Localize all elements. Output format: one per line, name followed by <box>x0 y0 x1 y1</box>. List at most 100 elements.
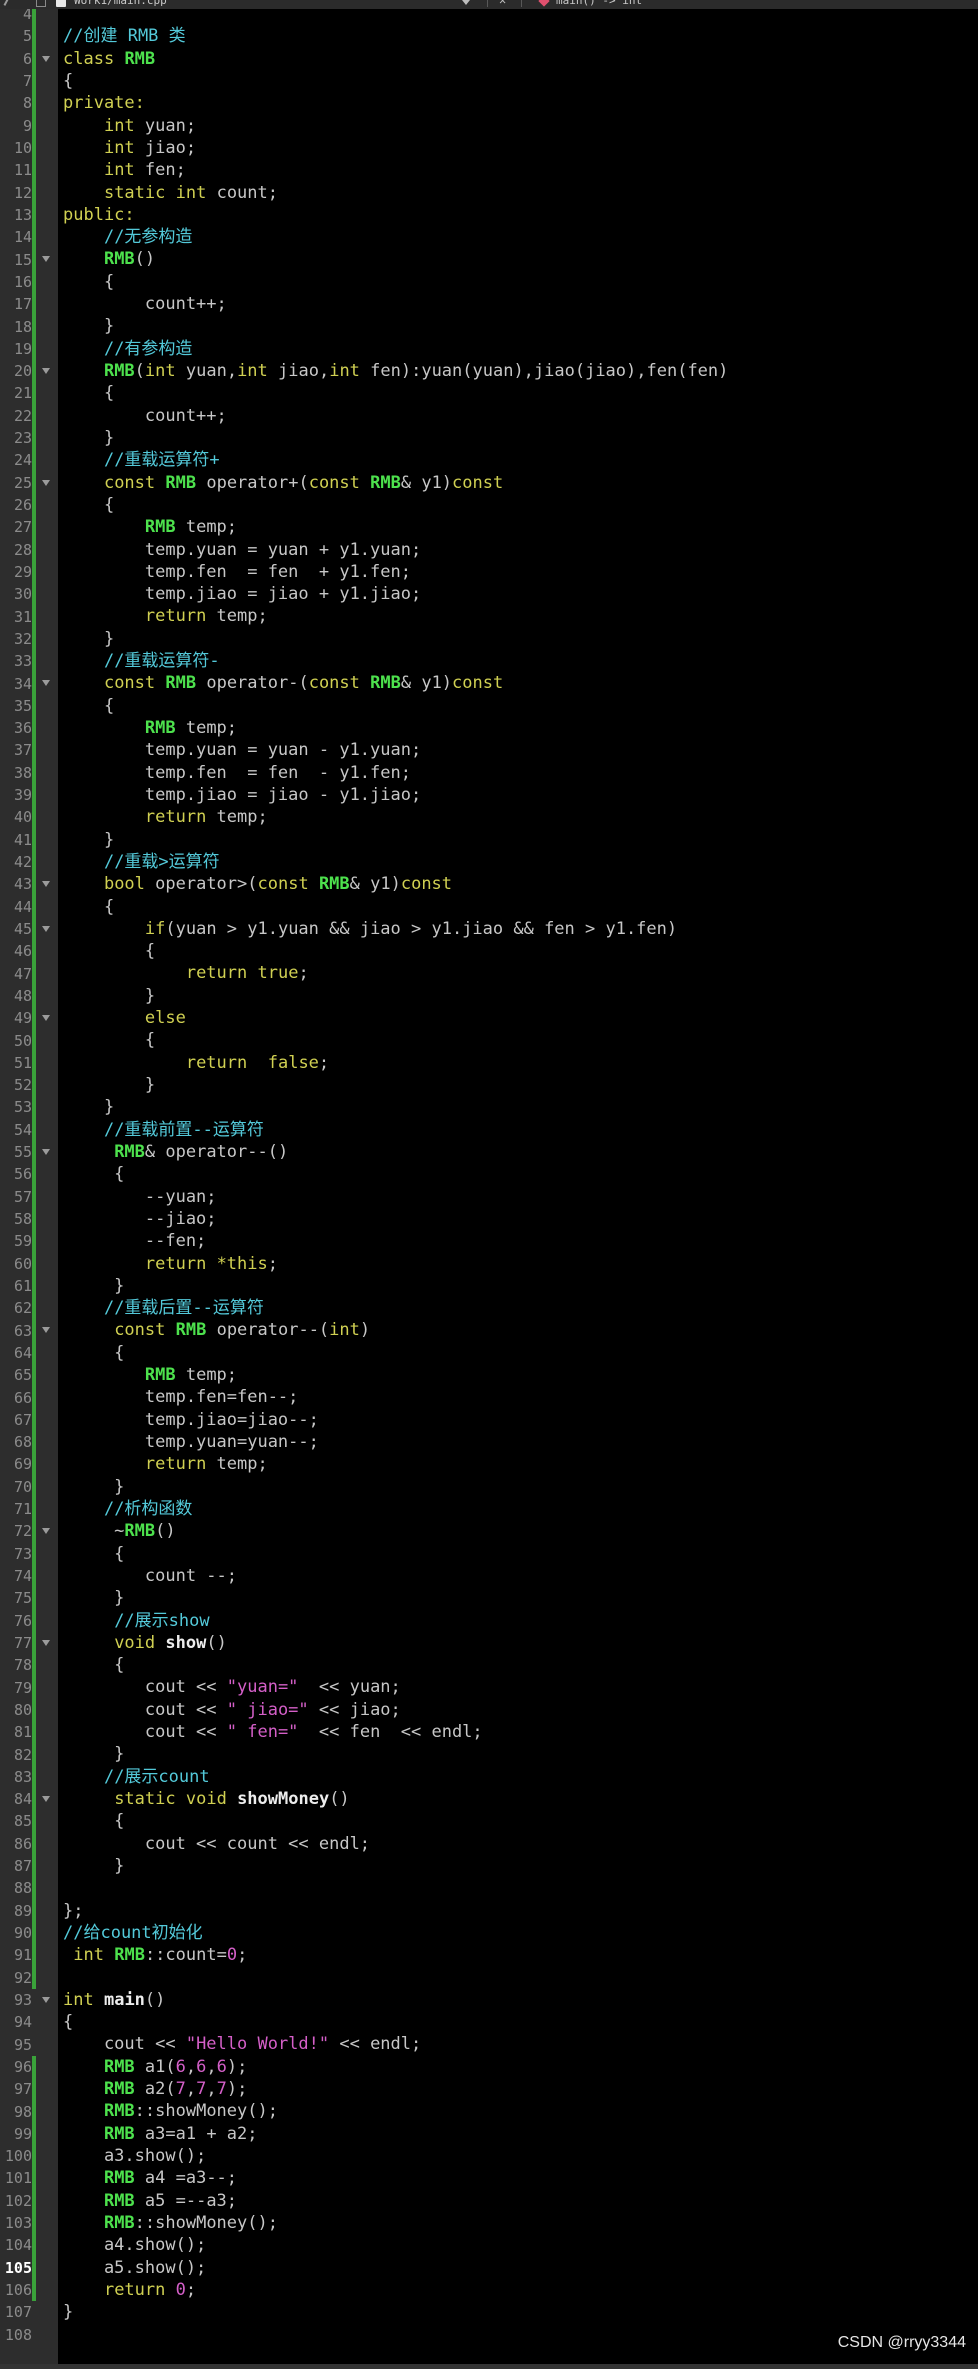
code-line[interactable]: } <box>58 985 155 1007</box>
code-line[interactable]: } <box>58 829 114 851</box>
code-line[interactable]: cout << "yuan=" << yuan; <box>58 1676 401 1698</box>
code-line[interactable]: { <box>58 494 114 516</box>
code-line[interactable]: { <box>58 695 114 717</box>
code-line[interactable]: private: <box>58 92 145 114</box>
code-line[interactable]: } <box>58 2301 73 2323</box>
code-line[interactable]: void show() <box>58 1632 227 1654</box>
code-line[interactable]: const RMB operator+(const RMB& y1)const <box>58 472 503 494</box>
code-line[interactable]: else <box>58 1007 186 1029</box>
code-line[interactable]: int RMB::count=0; <box>58 1944 247 1966</box>
code-line[interactable]: } <box>58 315 114 337</box>
code-line[interactable]: //创建 RMB 类 <box>58 25 186 47</box>
open-file-dropdown[interactable]: Work1/main.cpp <box>74 0 167 7</box>
fold-marker-icon[interactable] <box>36 48 58 70</box>
code-line[interactable]: //展示show <box>58 1610 210 1632</box>
code-line[interactable]: RMB temp; <box>58 717 237 739</box>
code-line[interactable]: return temp; <box>58 605 268 627</box>
code-line[interactable]: { <box>58 1342 124 1364</box>
code-line[interactable]: public: <box>58 204 135 226</box>
splitter-icon[interactable] <box>4 0 11 6</box>
code-line[interactable]: }; <box>58 1900 83 1922</box>
code-line[interactable]: } <box>58 1074 155 1096</box>
code-line[interactable]: a5.show(); <box>58 2257 206 2279</box>
code-line[interactable]: { <box>58 1029 155 1051</box>
code-line[interactable]: { <box>58 896 114 918</box>
code-line[interactable]: //重载后置--运算符 <box>58 1297 264 1319</box>
code-line[interactable]: RMB a4 =a3--; <box>58 2167 237 2189</box>
code-line[interactable]: cout << " fen=" << fen << endl; <box>58 1721 483 1743</box>
code-line[interactable]: const RMB operator--(int) <box>58 1319 370 1341</box>
code-line[interactable]: cout << "Hello World!" << endl; <box>58 2033 421 2055</box>
code-line[interactable]: temp.fen = fen - y1.fen; <box>58 762 411 784</box>
code-line[interactable]: } <box>58 1743 124 1765</box>
code-line[interactable]: { <box>58 1654 124 1676</box>
fold-marker-icon[interactable] <box>36 1319 58 1341</box>
code-line[interactable]: return true; <box>58 962 309 984</box>
code-line[interactable]: static void showMoney() <box>58 1788 350 1810</box>
code-line[interactable]: } <box>58 1476 124 1498</box>
code-line[interactable]: //析构函数 <box>58 1498 192 1520</box>
code-line[interactable]: --jiao; <box>58 1208 217 1230</box>
code-line[interactable]: count --; <box>58 1565 237 1587</box>
code-line[interactable]: { <box>58 1163 124 1185</box>
code-line[interactable]: temp.yuan = yuan + y1.yuan; <box>58 539 421 561</box>
fold-marker-icon[interactable] <box>36 918 58 940</box>
fold-marker-icon[interactable] <box>36 1007 58 1029</box>
close-icon[interactable]: ✕ <box>499 0 506 7</box>
code-line[interactable]: temp.fen = fen + y1.fen; <box>58 561 411 583</box>
code-line[interactable]: cout << " jiao=" << jiao; <box>58 1699 401 1721</box>
code-line[interactable]: temp.fen=fen--; <box>58 1386 298 1408</box>
code-line[interactable]: } <box>58 1096 114 1118</box>
code-line[interactable]: { <box>58 382 114 404</box>
fold-marker-icon[interactable] <box>36 360 58 382</box>
code-line[interactable]: } <box>58 1855 124 1877</box>
code-line[interactable]: temp.jiao = jiao + y1.jiao; <box>58 583 421 605</box>
code-line[interactable]: temp.yuan = yuan - y1.yuan; <box>58 739 421 761</box>
code-line[interactable]: --fen; <box>58 1230 206 1252</box>
fold-marker-icon[interactable] <box>36 1520 58 1542</box>
fold-marker-icon[interactable] <box>36 248 58 270</box>
code-line[interactable]: RMB() <box>58 248 155 270</box>
code-line[interactable]: RMB temp; <box>58 1364 237 1386</box>
code-line[interactable]: //无参构造 <box>58 226 192 248</box>
code-line[interactable]: { <box>58 70 73 92</box>
code-line[interactable]: } <box>58 427 114 449</box>
code-line[interactable]: //重载前置--运算符 <box>58 1119 264 1141</box>
code-line[interactable]: RMB a5 =--a3; <box>58 2190 237 2212</box>
code-line[interactable]: count++; <box>58 293 227 315</box>
code-line[interactable]: return temp; <box>58 1453 268 1475</box>
fold-marker-icon[interactable] <box>36 1989 58 2011</box>
code-line[interactable]: } <box>58 1275 124 1297</box>
code-line[interactable]: --yuan; <box>58 1186 217 1208</box>
code-line[interactable]: RMB& operator--() <box>58 1141 288 1163</box>
code-line[interactable]: int main() <box>58 1989 165 2011</box>
code-line[interactable]: RMB a1(6,6,6); <box>58 2056 247 2078</box>
code-line[interactable]: return false; <box>58 1052 329 1074</box>
code-line[interactable]: return temp; <box>58 806 268 828</box>
code-line[interactable]: { <box>58 940 155 962</box>
code-line[interactable]: a4.show(); <box>58 2234 206 2256</box>
code-line[interactable]: } <box>58 1587 124 1609</box>
code-line[interactable]: //给count初始化 <box>58 1922 203 1944</box>
code-line[interactable]: { <box>58 2011 73 2033</box>
code-line[interactable]: static int count; <box>58 182 278 204</box>
code-line[interactable]: temp.yuan=yuan--; <box>58 1431 319 1453</box>
code-line[interactable]: RMB a3=a1 + a2; <box>58 2123 258 2145</box>
code-line[interactable]: if(yuan > y1.yuan && jiao > y1.jiao && f… <box>58 918 677 940</box>
code-line[interactable]: cout << count << endl; <box>58 1833 370 1855</box>
code-line[interactable]: RMB a2(7,7,7); <box>58 2078 247 2100</box>
code-line[interactable]: a3.show(); <box>58 2145 206 2167</box>
fold-marker-icon[interactable] <box>36 1141 58 1163</box>
code-line[interactable]: RMB temp; <box>58 516 237 538</box>
code-line[interactable]: //有参构造 <box>58 338 192 360</box>
bottom-scrollbar-strip[interactable] <box>0 2364 978 2369</box>
symbol-dropdown[interactable]: main() -> int <box>556 0 642 7</box>
code-line[interactable]: { <box>58 1810 124 1832</box>
code-line[interactable]: class RMB <box>58 48 155 70</box>
code-line[interactable]: //展示count <box>58 1766 210 1788</box>
code-area[interactable]: 45//创建 RMB 类6class RMB7{8private:9 int y… <box>0 3 978 2346</box>
code-line[interactable]: temp.jiao=jiao--; <box>58 1409 319 1431</box>
code-line[interactable]: RMB(int yuan,int jiao,int fen):yuan(yuan… <box>58 360 728 382</box>
code-line[interactable]: } <box>58 628 114 650</box>
code-line[interactable]: ~RMB() <box>58 1520 176 1542</box>
